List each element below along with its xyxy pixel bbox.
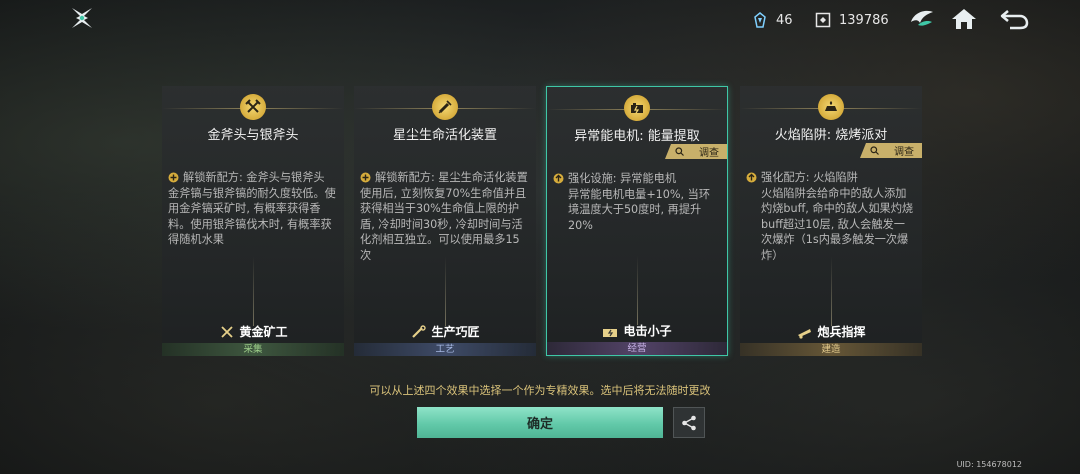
- card-lead: 解锁新配方: 金斧头与银斧头: [183, 171, 325, 184]
- card-lead: 强化设施: 异常能电机: [568, 172, 677, 185]
- coin-count: 139786: [839, 12, 889, 28]
- specialty-card-stardust-device[interactable]: 星尘生命活化装置 解锁新配方: 星尘生命活化装置 使用后, 立刻恢复70%生命值…: [354, 86, 536, 356]
- card-emblem: [624, 95, 650, 121]
- coin-counter: 139786: [815, 10, 889, 30]
- top-bar: 46 139786: [0, 0, 1080, 40]
- specialty-card-gold-axe[interactable]: 金斧头与银斧头 解锁新配方: 金斧头与银斧头 金斧镐与银斧镐的耐久度较低。使用金…: [162, 86, 344, 356]
- card-body: 火焰陷阱会给命中的敌人添加灼烧buff, 命中的敌人如果灼烧buff超过10层,…: [761, 186, 914, 262]
- confirm-button[interactable]: 确定: [417, 407, 663, 438]
- role-label: 黄金矿工: [162, 323, 344, 340]
- card-description: 强化设施: 异常能电机 异常能电机电量+10%, 当环境温度大于50度时, 再提…: [553, 171, 721, 233]
- specialty-card-anomaly-generator[interactable]: 异常能电机: 能量提取 调查 强化设施: 异常能电机 异常能电机电量+10%, …: [546, 86, 728, 356]
- wrench-icon: [412, 324, 427, 338]
- game-logo-icon: [72, 8, 92, 28]
- card-title: 星尘生命活化装置: [392, 128, 497, 143]
- card-title: 异常能电机: 能量提取: [574, 129, 700, 144]
- card-beam: [831, 256, 832, 326]
- role-name: 黄金矿工: [239, 325, 288, 339]
- magnifier-icon: [870, 146, 879, 155]
- card-emblem: [432, 94, 458, 120]
- role-label: 电击小子: [547, 322, 727, 339]
- plus-icon: [360, 172, 371, 183]
- card-beam: [445, 256, 446, 326]
- pickaxe-icon: [221, 325, 234, 338]
- card-lead: 强化配方: 火焰陷阱: [761, 171, 858, 184]
- role-label: 炮兵指挥: [740, 323, 922, 340]
- category-bar: 采集: [162, 343, 344, 356]
- cannon-icon: [798, 328, 812, 339]
- specialty-card-flame-trap[interactable]: 火焰陷阱: 烧烤派对 调查 强化配方: 火焰陷阱 火焰陷阱会给命中的敌人添加灼烧…: [740, 86, 922, 356]
- gem-counter: 46: [752, 10, 793, 30]
- survey-tag[interactable]: 调查: [860, 143, 922, 158]
- category-bar: 建造: [740, 343, 922, 356]
- role-name: 生产巧匠: [431, 325, 480, 339]
- home-icon[interactable]: [950, 6, 978, 32]
- selection-hint: 可以从上述四个效果中选择一个作为专精效果。选中后将无法随时更改: [369, 384, 711, 397]
- upgrade-icon: [746, 172, 757, 183]
- card-description: 解锁新配方: 金斧头与银斧头 金斧镐与银斧镐的耐久度较低。使用金斧镐采矿时, 有…: [168, 170, 338, 248]
- category-bar: 工艺: [354, 343, 536, 356]
- back-icon[interactable]: [998, 6, 1030, 32]
- survey-tag[interactable]: 调查: [665, 144, 727, 159]
- card-body: 金斧镐与银斧镐的耐久度较低。使用金斧镐采矿时, 有概率获得香料。使用银斧镐伐木时…: [168, 186, 336, 247]
- card-beam: [637, 255, 638, 325]
- crossed-pickaxes-icon: [245, 99, 261, 113]
- emblem-icon[interactable]: [908, 6, 936, 32]
- generator-icon: [631, 103, 643, 114]
- card-title: 火焰陷阱: 烧烤派对: [774, 128, 888, 143]
- upgrade-icon: [553, 173, 564, 184]
- role-name: 电击小子: [623, 324, 672, 338]
- plus-icon: [168, 172, 179, 183]
- card-beam: [253, 256, 254, 326]
- user-id: UID: 154678012: [956, 460, 1022, 469]
- card-emblem: [818, 94, 844, 120]
- card-body: 使用后, 立刻恢复70%生命值并且获得相当于30%生命值上限的护盾, 冷却时间3…: [360, 186, 527, 262]
- card-title: 金斧头与银斧头: [207, 128, 299, 143]
- category-bar: 经营: [547, 342, 727, 355]
- card-body: 异常能电机电量+10%, 当环境温度大于50度时, 再提升20%: [568, 187, 711, 232]
- gem-icon: [754, 12, 766, 28]
- role-name: 炮兵指挥: [817, 325, 866, 339]
- card-emblem: [240, 94, 266, 120]
- card-description: 强化配方: 火焰陷阱 火焰陷阱会给命中的敌人添加灼烧buff, 命中的敌人如果灼…: [746, 170, 916, 263]
- gem-count: 46: [776, 12, 793, 28]
- syringe-icon: [438, 100, 452, 114]
- magnifier-icon: [675, 147, 684, 156]
- card-description: 解锁新配方: 星尘生命活化装置 使用后, 立刻恢复70%生命值并且获得相当于30…: [360, 170, 530, 263]
- coin-icon: [815, 12, 831, 28]
- share-button[interactable]: [673, 407, 705, 438]
- survey-label: 调查: [699, 148, 719, 159]
- survey-label: 调查: [894, 147, 914, 158]
- trap-icon: [825, 101, 837, 111]
- role-label: 生产巧匠: [354, 323, 536, 340]
- lightning-icon: [603, 328, 618, 337]
- card-lead: 解锁新配方: 星尘生命活化装置: [375, 171, 528, 184]
- share-icon: [682, 415, 696, 430]
